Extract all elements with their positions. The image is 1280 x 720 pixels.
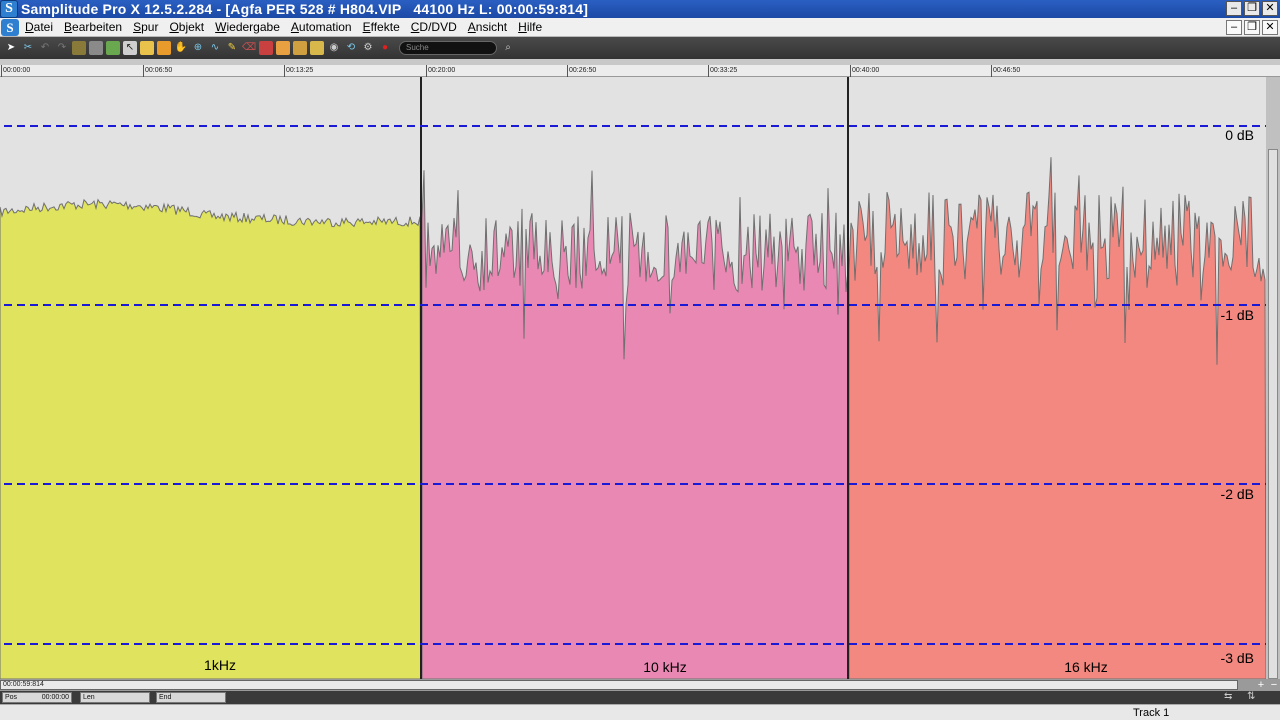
doc-minimize-button[interactable]: – — [1226, 20, 1242, 35]
crossfade-tool-icon[interactable] — [276, 41, 290, 55]
horizontal-scrollbar[interactable]: 00:00:59:814 + − — [0, 679, 1280, 691]
title-bar: S Samplitude Pro X 12.5.2.284 - [Agfa PE… — [0, 0, 1280, 18]
settings-gear-icon[interactable]: ⚙ — [361, 41, 375, 55]
db-label-minus3: -3 dB — [1220, 650, 1254, 666]
redo-icon[interactable]: ↷ — [55, 41, 69, 55]
scroll-mode-icon[interactable]: ⇅ — [1247, 691, 1255, 702]
menu-effekte[interactable]: Effekte — [357, 20, 405, 34]
menu-spur[interactable]: Spur — [127, 20, 163, 34]
region-label-16khz: 16 kHz — [1064, 659, 1108, 675]
eraser-tool-icon[interactable]: ⌫ — [242, 41, 256, 55]
end-label: End — [159, 694, 172, 701]
menu-ansicht[interactable]: Ansicht — [462, 20, 512, 34]
ruler-label: 00:33:25 — [710, 67, 738, 74]
loop-icon[interactable]: ⟲ — [344, 41, 358, 55]
ruler-label: 00:46:50 — [993, 67, 1021, 74]
record-icon[interactable]: ● — [378, 41, 392, 55]
ruler-label: 00:26:50 — [569, 67, 597, 74]
select-tool-icon[interactable]: ↖ — [123, 41, 137, 55]
track-bar: Track 1 — [0, 704, 1280, 720]
region-label-1khz: 1kHz — [204, 657, 236, 673]
restore-button[interactable]: ❐ — [1244, 1, 1260, 16]
fade-tool-icon[interactable] — [293, 41, 307, 55]
db-label-0: 0 dB — [1225, 127, 1254, 143]
pointer-tool-icon[interactable]: ➤ — [4, 41, 18, 55]
list-tool-icon[interactable] — [106, 41, 120, 55]
time-ruler[interactable]: 00:00:00 00:06:50 00:13:25 00:20:00 00:2… — [0, 65, 1280, 77]
len-label: Len — [83, 694, 95, 701]
curve-tool-icon[interactable]: ∿ — [208, 41, 222, 55]
scrub-tool-icon[interactable]: ✋ — [174, 41, 188, 55]
ruler-label: 00:20:00 — [428, 67, 456, 74]
zoom-in-icon[interactable]: + — [1254, 679, 1268, 691]
marker-tool-icon[interactable] — [259, 41, 273, 55]
undo-icon[interactable]: ↶ — [38, 41, 52, 55]
menu-datei[interactable]: Datei — [19, 20, 58, 34]
object-tool-icon[interactable] — [72, 41, 86, 55]
close-button[interactable]: ✕ — [1262, 1, 1278, 16]
vertical-scroll-thumb[interactable] — [1268, 149, 1278, 679]
search-input[interactable]: Suche — [399, 41, 497, 55]
audio-region-1[interactable] — [0, 198, 422, 679]
doc-restore-button[interactable]: ❐ — [1244, 20, 1260, 35]
monitor-icon[interactable]: ◉ — [327, 41, 341, 55]
grid-tool-icon[interactable] — [310, 41, 324, 55]
pos-value: 00:00:00 — [41, 694, 69, 701]
vertical-scrollbar[interactable] — [1266, 77, 1280, 679]
zoom-tool-icon[interactable]: ⊕ — [191, 41, 205, 55]
cut-tool-icon[interactable]: ✂ — [21, 41, 35, 55]
zoom-out-icon[interactable]: − — [1267, 679, 1280, 691]
range-tool-icon[interactable] — [89, 41, 103, 55]
window-title: Samplitude Pro X 12.5.2.284 - [Agfa PER … — [21, 1, 589, 17]
region-label-10khz: 10 kHz — [643, 659, 687, 675]
toolbar: ➤ ✂ ↶ ↷ ↖ ✋ ⊕ ∿ ✎ ⌫ ◉ ⟲ ⚙ ● Suche ⌕ — [0, 37, 1280, 59]
app-logo-icon: S — [0, 0, 18, 18]
draw-tool-icon[interactable] — [140, 41, 154, 55]
menu-bearbeiten[interactable]: Bearbeiten — [58, 20, 127, 34]
split-tool-icon[interactable] — [157, 41, 171, 55]
search-icon[interactable]: ⌕ — [501, 41, 515, 55]
menu-hilfe[interactable]: Hilfe — [512, 20, 547, 34]
waveform-canvas[interactable] — [0, 77, 1266, 679]
end-field[interactable]: End — [156, 692, 226, 703]
doc-close-button[interactable]: ✕ — [1262, 20, 1278, 35]
menu-cd-dvd[interactable]: CD/DVD — [405, 20, 462, 34]
audio-region-3[interactable] — [848, 157, 1266, 679]
db-label-minus1: -1 dB — [1220, 307, 1254, 323]
pos-field[interactable]: Pos 00:00:00 — [2, 692, 72, 703]
snap-icon[interactable]: ⇆ — [1224, 691, 1232, 702]
ruler-label: 00:40:00 — [852, 67, 880, 74]
menu-wiedergabe[interactable]: Wiedergabe — [209, 20, 285, 34]
ruler-label: 00:13:25 — [286, 67, 314, 74]
track-name[interactable]: Track 1 — [1133, 707, 1169, 719]
pencil-tool-icon[interactable]: ✎ — [225, 41, 239, 55]
document-logo-icon[interactable]: S — [1, 18, 19, 36]
position-bar: Pos 00:00:00 Len End ⇆ ⇅ — [0, 691, 1280, 704]
pos-label: Pos — [5, 694, 18, 701]
waveform-view[interactable]: 0 dB -1 dB -2 dB -3 dB 1kHz 10 kHz 16 kH… — [0, 77, 1266, 679]
audio-region-2[interactable] — [421, 170, 849, 679]
ruler-label: 00:06:50 — [145, 67, 173, 74]
horizontal-scroll-thumb[interactable]: 00:00:59:814 — [0, 680, 1238, 690]
menu-objekt[interactable]: Objekt — [163, 20, 209, 34]
menu-bar: S Datei Bearbeiten Spur Objekt Wiedergab… — [0, 18, 1280, 37]
ruler-label: 00:00:00 — [3, 67, 31, 74]
len-field[interactable]: Len — [80, 692, 150, 703]
menu-automation[interactable]: Automation — [285, 20, 357, 34]
db-label-minus2: -2 dB — [1220, 486, 1254, 502]
minimize-button[interactable]: – — [1226, 1, 1242, 16]
